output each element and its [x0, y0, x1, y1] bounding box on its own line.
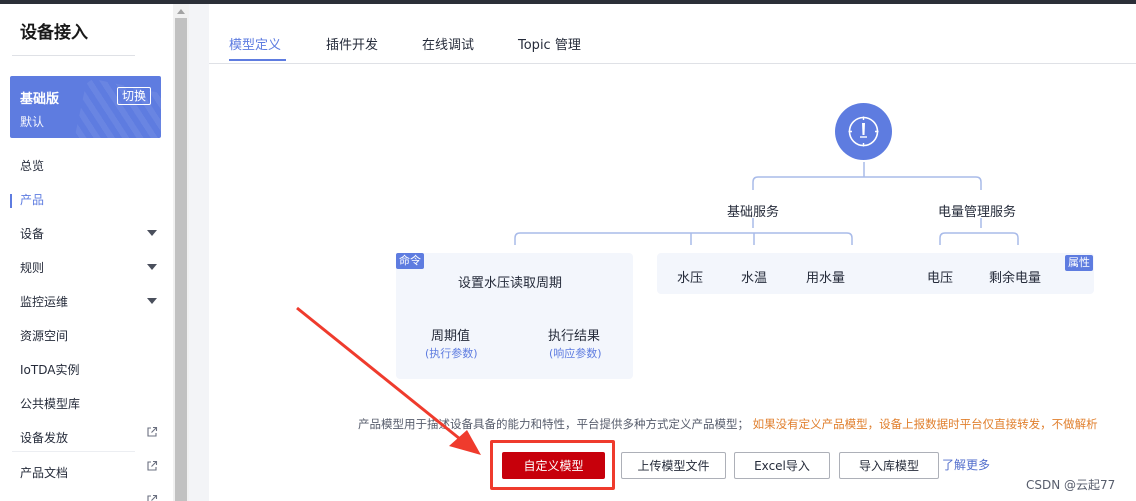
- annotation-arrow-icon: [296, 306, 481, 455]
